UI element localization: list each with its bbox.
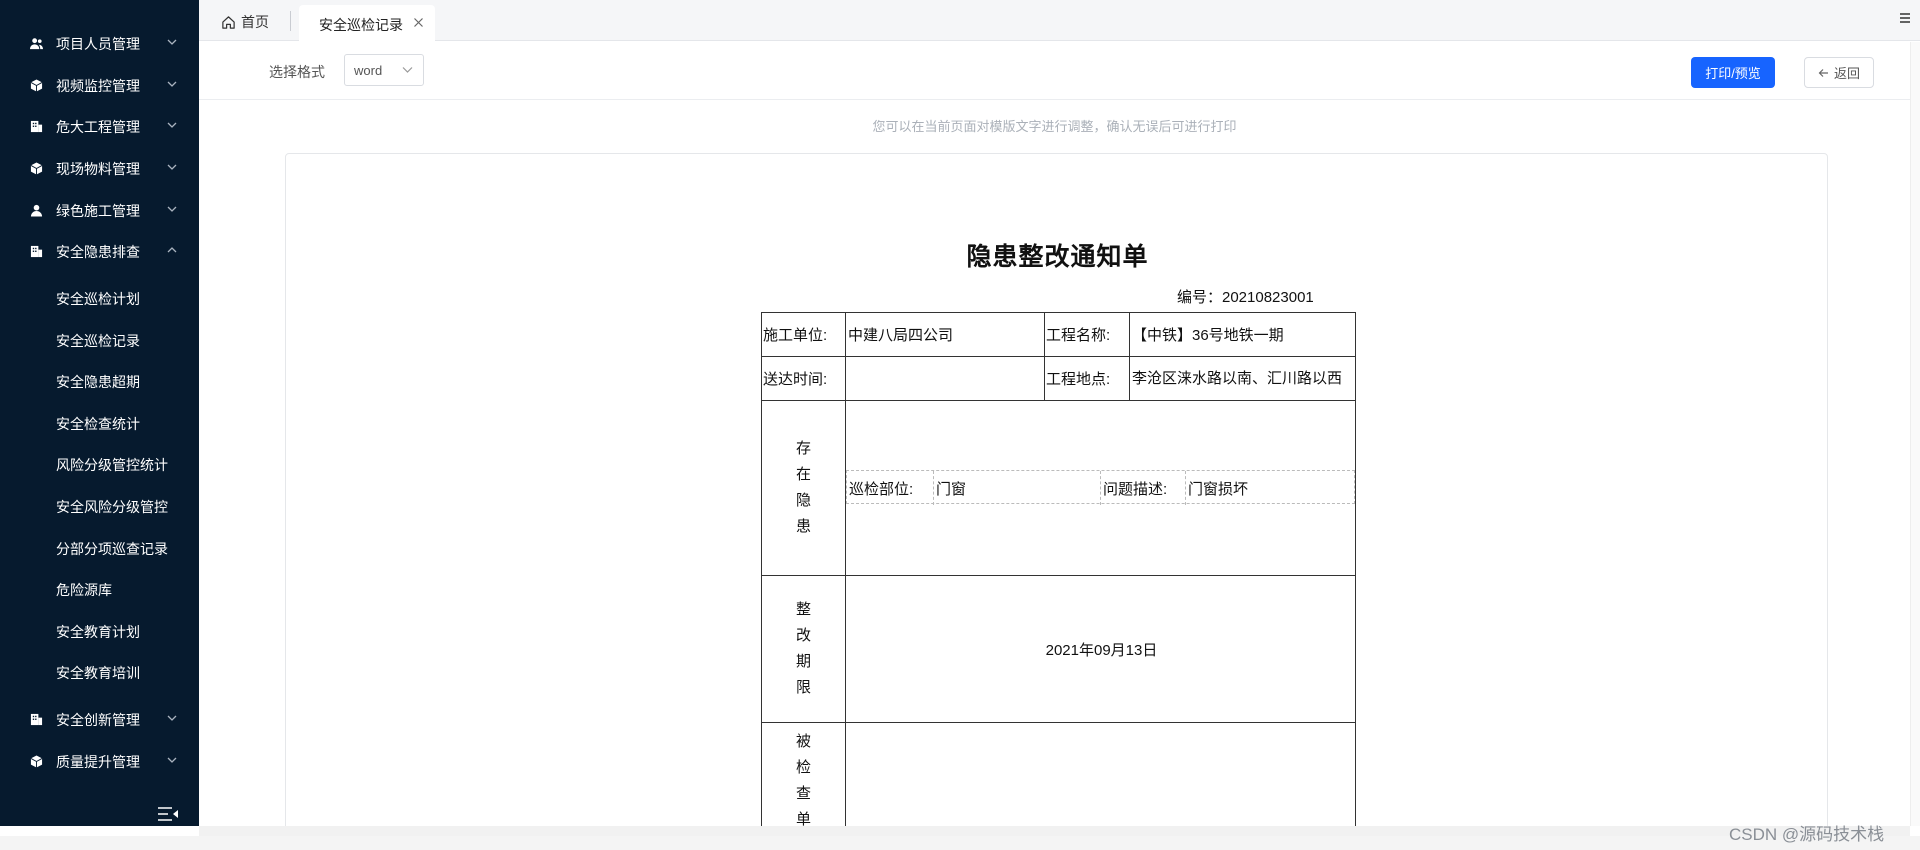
divider [1185,471,1186,505]
inspection-part-label: 巡检部位: [849,480,914,498]
submenu-item[interactable]: 风险分级管控统计 [0,444,199,484]
menu-label: 质量提升管理 [56,754,140,770]
arrow-left-icon [1818,68,1828,77]
document-preview: 隐患整改通知单 编号：20210823001 施工单位: 中建八局四公司 工程名… [285,153,1828,844]
user-icon [30,204,43,217]
submenu-item[interactable]: 安全巡检计划 [0,278,199,318]
menu-item-green-construction[interactable]: 绿色施工管理 [0,190,199,230]
chevron-down-icon [167,39,177,45]
submenu-item[interactable]: 安全检查统计 [0,403,199,443]
chevron-down-icon [167,164,177,170]
sidebar: 项目人员管理 视频监控管理 危大工程管理 现场物料管理 绿色施工管理 安全隐患排… [0,0,199,826]
menu-label: 现场物料管理 [56,161,140,177]
problem-label: 问题描述: [1103,480,1168,498]
menu-label: 视频监控管理 [56,78,140,94]
delivery-time-value[interactable] [846,357,1045,401]
toolbar: 选择格式 word 打印/预览 返回 [199,42,1920,100]
menu-label: 绿色施工管理 [56,203,140,219]
construction-unit-label: 施工单位: [762,313,846,357]
menu-label: 安全隐患排查 [56,244,140,260]
project-location-value[interactable]: 李沧区涞水路以南、汇川路以西 [1130,357,1355,401]
menu-item-safety-innovation[interactable]: 安全创新管理 [0,699,199,739]
collapse-sidebar-icon[interactable] [157,806,179,822]
menu-item-hazard-engineering[interactable]: 危大工程管理 [0,106,199,146]
tab-label: 安全巡检记录 [319,17,403,33]
project-name-value[interactable]: 【中铁】36号地铁一期 [1130,313,1355,357]
hazard-label: 存 在 隐 患 [762,401,846,576]
project-name-label: 工程名称: [1045,313,1130,357]
submenu-item[interactable]: 安全教育计划 [0,611,199,651]
document-number: 编号：20210823001 [1177,289,1314,306]
menu-item-materials[interactable]: 现场物料管理 [0,148,199,188]
cube-icon [30,755,43,768]
deadline-label: 整 改 期 限 [762,576,846,723]
watermark: CSDN @源码技术栈 [1729,825,1885,844]
menu-label: 安全创新管理 [56,712,140,728]
project-location-label: 工程地点: [1045,357,1130,401]
submenu-item[interactable]: 安全风险分级管控 [0,486,199,526]
chevron-down-icon [402,67,413,73]
menu-item-quality[interactable]: 质量提升管理 [0,741,199,781]
hazard-entry[interactable]: 巡检部位: 门窗 问题描述: 门窗损坏 [846,470,1355,505]
menu-label: 项目人员管理 [56,36,140,52]
chevron-down-icon [167,206,177,212]
close-icon[interactable] [413,17,424,28]
building-icon [30,245,43,258]
horizontal-scrollbar[interactable] [199,826,1910,836]
edit-hint: 您可以在当前页面对模版文字进行调整，确认无误后可进行打印 [872,119,1237,134]
submenu-item[interactable]: 安全巡检记录 [0,320,199,360]
format-select-value: word [354,63,383,78]
back-button[interactable]: 返回 [1804,57,1874,88]
format-select[interactable]: word [344,54,424,86]
submenu-item[interactable]: 安全隐患超期 [0,361,199,401]
menu-label: 危大工程管理 [56,119,140,135]
divider [1100,471,1101,505]
status-bar [0,836,1920,850]
building-icon [30,120,43,133]
document-title: 隐患整改通知单 [966,243,1149,271]
cube-icon [30,79,43,92]
chevron-down-icon [167,757,177,763]
delivery-time-label: 送达时间: [762,357,846,401]
deadline-value[interactable]: 2021年09月13日 [846,576,1355,723]
chevron-down-icon [167,81,177,87]
chevron-up-icon [167,247,177,253]
construction-unit-value[interactable]: 中建八局四公司 [846,313,1045,357]
menu-icon[interactable] [1899,12,1911,24]
users-icon [30,38,43,50]
chevron-down-icon [167,122,177,128]
menu-item-video[interactable]: 视频监控管理 [0,65,199,105]
tab-inspection-records[interactable]: 安全巡检记录 [299,5,435,41]
tab-divider [290,11,291,31]
submenu-item[interactable]: 危险源库 [0,569,199,609]
menu-item-safety-hazard[interactable]: 安全隐患排查 [0,231,199,271]
vertical-scrollbar[interactable] [1910,42,1920,826]
submenu-item[interactable]: 安全教育培训 [0,652,199,692]
problem-value[interactable]: 门窗损坏 [1188,471,1248,505]
format-label: 选择格式 [269,64,325,80]
tab-home[interactable]: 首页 [221,11,269,33]
menu-item-personnel[interactable]: 项目人员管理 [0,23,199,63]
hazard-content: 巡检部位: 门窗 问题描述: 门窗损坏 [846,401,1355,576]
tab-bar: 首页 安全巡检记录 [199,0,1920,41]
tab-home-label: 首页 [241,14,269,30]
notice-form: 施工单位: 中建八局四公司 工程名称: 【中铁】36号地铁一期 送达时间: 工程… [761,312,1356,844]
building-icon [30,713,43,726]
chevron-down-icon [167,715,177,721]
print-preview-button[interactable]: 打印/预览 [1691,57,1775,88]
divider [933,471,934,505]
inspection-part-value[interactable]: 门窗 [936,471,966,505]
submenu-item[interactable]: 分部分项巡查记录 [0,528,199,568]
cube-icon [30,162,43,175]
home-icon [222,15,235,29]
